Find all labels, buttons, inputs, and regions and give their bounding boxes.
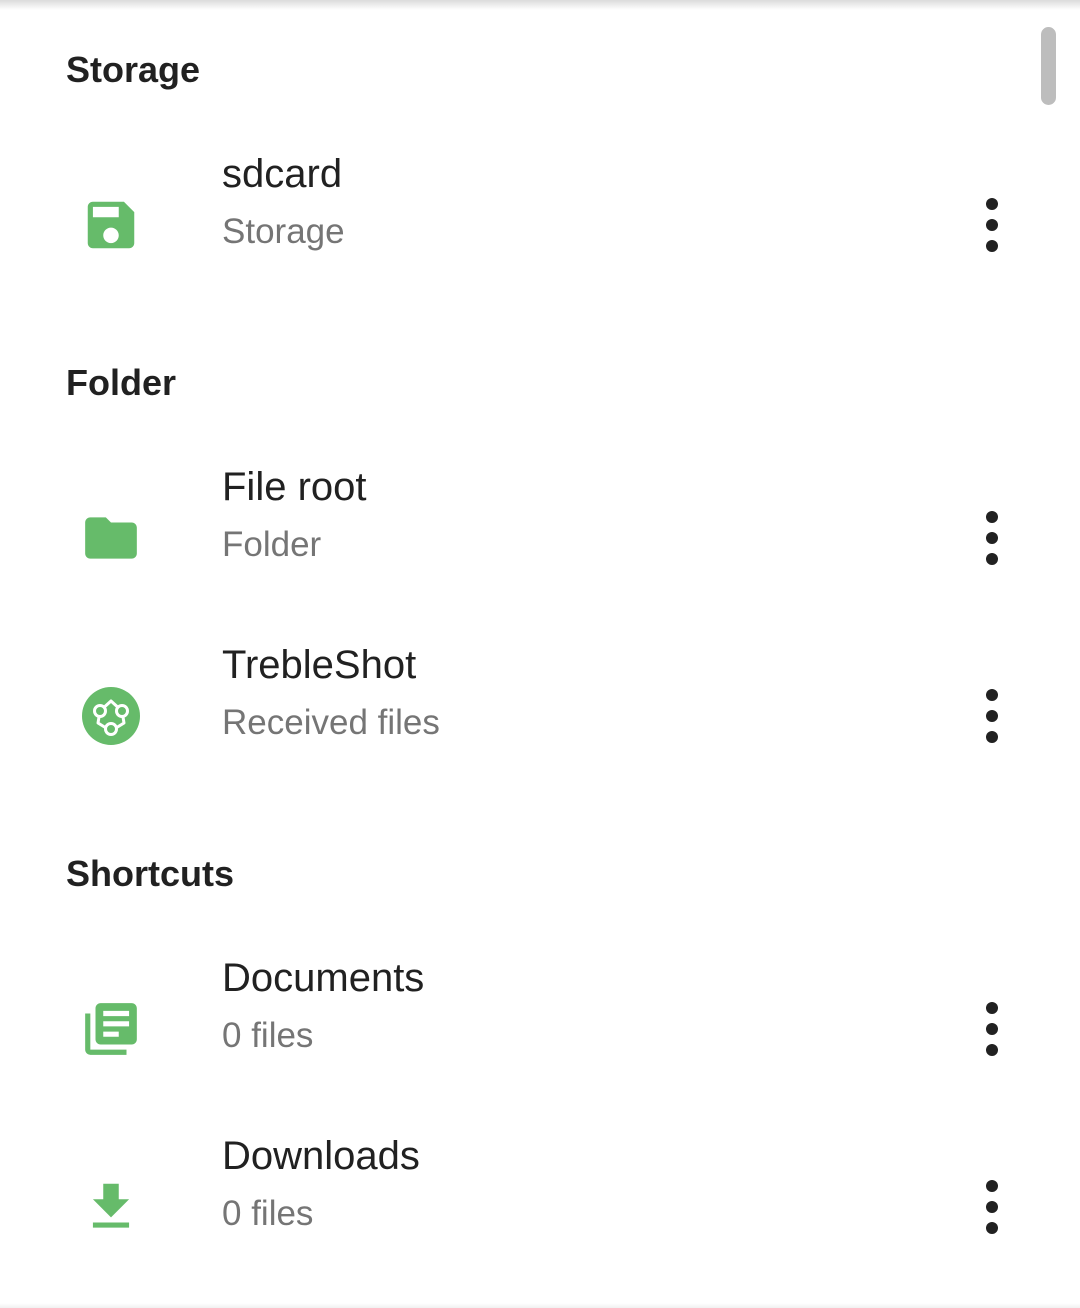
more-vert-icon[interactable] <box>963 993 1021 1065</box>
item-title: Downloads <box>222 1134 420 1178</box>
item-subtitle: Storage <box>222 212 345 251</box>
section-header-storage: Storage <box>66 49 201 90</box>
item-subtitle: 0 files <box>222 1016 314 1055</box>
item-title: Documents <box>222 956 425 1000</box>
list-item-file-root[interactable]: File root Folder <box>0 448 1080 626</box>
section-header-shortcuts: Shortcuts <box>66 853 235 894</box>
list-item-documents[interactable]: Documents 0 files <box>0 939 1080 1117</box>
item-title: TrebleShot <box>222 643 417 687</box>
more-vert-icon[interactable] <box>963 1171 1021 1243</box>
sd-card-save-icon <box>80 194 142 256</box>
documents-icon <box>80 998 142 1060</box>
item-title: sdcard <box>222 152 343 196</box>
list-item-sdcard[interactable]: sdcard Storage <box>0 135 1080 313</box>
list-item-trebleshot[interactable]: TrebleShot Received files <box>0 626 1080 804</box>
trebleshot-share-icon <box>80 685 142 747</box>
scrollbar-thumb[interactable] <box>1041 27 1056 105</box>
item-subtitle: Received files <box>222 703 440 742</box>
more-vert-icon[interactable] <box>963 502 1021 574</box>
section-header-folder: Folder <box>66 362 177 403</box>
top-shadow <box>0 0 1080 10</box>
bottom-edge <box>0 1303 1080 1308</box>
more-vert-icon[interactable] <box>963 189 1021 261</box>
folder-icon <box>80 507 142 569</box>
item-subtitle: 0 files <box>222 1194 314 1233</box>
list-item-downloads[interactable]: Downloads 0 files <box>0 1117 1080 1295</box>
item-title: File root <box>222 465 367 509</box>
item-subtitle: Folder <box>222 525 322 564</box>
more-vert-icon[interactable] <box>963 680 1021 752</box>
download-icon <box>80 1176 142 1238</box>
